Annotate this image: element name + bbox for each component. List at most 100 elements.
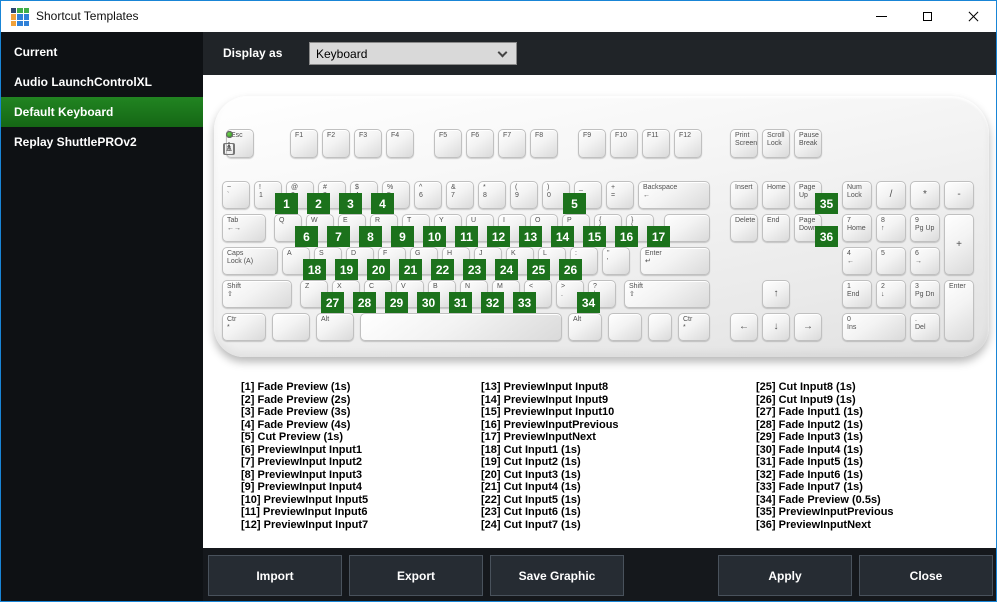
key-7-home: 7 Home bbox=[842, 214, 872, 242]
key-numpad-divide: / bbox=[876, 181, 906, 209]
close-button[interactable]: Close bbox=[859, 555, 993, 596]
save-graphic-button[interactable]: Save Graphic bbox=[490, 555, 624, 596]
legend-item: [16] PreviewInputPrevious bbox=[481, 418, 619, 431]
shortcut-badge-12: 12 bbox=[487, 226, 510, 247]
header-band: Display as Keyboard bbox=[203, 32, 996, 75]
legend-item: [28] Fade Input2 (1s) bbox=[756, 418, 863, 431]
key-win-right bbox=[608, 313, 642, 341]
content-panel: Esc F1 F2 F3 F4 F5 F6 F7 F8 F9 F10 F11 F12 Print Scree… bbox=[203, 75, 996, 548]
key-insert: Insert bbox=[730, 181, 758, 209]
shortcut-badge-17: 17 bbox=[647, 226, 670, 247]
legend-item: [4] Fade Preview (4s) bbox=[241, 418, 351, 431]
titlebar: Shortcut Templates bbox=[1, 1, 996, 32]
key-f7: F7 bbox=[498, 129, 526, 158]
legend-item: [1] Fade Preview (1s) bbox=[241, 381, 351, 393]
key-f5: F5 bbox=[434, 129, 462, 158]
key-arrow-left: ← bbox=[730, 313, 758, 341]
key-f3: F3 bbox=[354, 129, 382, 158]
key-blank: ~ ` bbox=[222, 181, 250, 209]
display-as-label: Display as bbox=[223, 46, 283, 60]
app-grid-square bbox=[23, 20, 29, 26]
sidebar-item-default-keyboard[interactable]: Default Keyboard bbox=[1, 97, 203, 127]
minimize-button[interactable] bbox=[858, 1, 904, 32]
legend-item: [23] Cut Input6 (1s) bbox=[481, 506, 581, 518]
legend-item: [15] PreviewInput Input10 bbox=[481, 406, 615, 418]
sidebar-item-replay-shuttleprov2[interactable]: Replay ShuttlePROv2 bbox=[1, 127, 203, 157]
shortcut-badge-3: 3 bbox=[339, 193, 362, 214]
legend-item: [36] PreviewInputNext bbox=[756, 518, 871, 531]
key-blank: " ' bbox=[602, 247, 630, 275]
led-indicator-3: ⇩ bbox=[214, 131, 244, 151]
shortcut-badge-4: 4 bbox=[371, 193, 394, 214]
app-grid-square bbox=[23, 14, 29, 20]
maximize-button[interactable] bbox=[904, 1, 950, 32]
sidebar-item-audio-launchcontrolxl[interactable]: Audio LaunchControlXL bbox=[1, 67, 203, 97]
display-as-value: Keyboard bbox=[316, 46, 368, 61]
key-print-screen: Print Screen bbox=[730, 129, 758, 158]
key-blank: + = bbox=[606, 181, 634, 209]
shortcut-badge-31: 31 bbox=[449, 292, 472, 313]
key-arrow-right: → bbox=[794, 313, 822, 341]
display-as-select[interactable]: Keyboard bbox=[309, 42, 517, 65]
legend-item: [2] Fade Preview (2s) bbox=[241, 393, 351, 406]
key-alt-left: Alt bbox=[316, 313, 354, 341]
app-grid-icon bbox=[11, 8, 29, 26]
legend: [1] Fade Preview (1s) [2] Fade Preview (2… bbox=[203, 381, 996, 548]
export-button[interactable]: Export bbox=[349, 555, 483, 596]
legend-item: [29] Fade Input3 (1s) bbox=[756, 431, 863, 443]
shortcut-badge-1: 1 bbox=[275, 193, 298, 214]
legend-item: [7] PreviewInput Input2 bbox=[241, 456, 363, 468]
led-dot bbox=[225, 131, 233, 138]
shortcut-badge-27: 27 bbox=[321, 292, 344, 313]
shortcut-badge-36: 36 bbox=[815, 226, 838, 247]
key-3-pg-dn: 3 Pg Dn bbox=[910, 280, 940, 308]
legend-item: [14] PreviewInput Input9 bbox=[481, 393, 609, 406]
led-icon: ⇩ bbox=[225, 141, 233, 150]
minimize-icon bbox=[875, 16, 887, 17]
key-numpad-plus: + bbox=[944, 214, 974, 275]
shortcut-badge-29: 29 bbox=[385, 292, 408, 313]
shortcut-badge-34: 34 bbox=[577, 292, 600, 313]
shortcut-badge-33: 33 bbox=[513, 292, 536, 313]
legend-item: [8] PreviewInput Input3 bbox=[241, 468, 363, 481]
legend-item: [13] PreviewInput Input8 bbox=[481, 381, 609, 393]
import-button[interactable]: Import bbox=[208, 555, 342, 596]
legend-item: [22] Cut Input5 (1s) bbox=[481, 493, 581, 506]
legend-item: [27] Fade Input1 (1s) bbox=[756, 406, 863, 418]
app-grid-square bbox=[23, 8, 29, 14]
sidebar-item-current[interactable]: Current bbox=[1, 37, 203, 67]
key-arrow-down: ↓ bbox=[762, 313, 790, 341]
shortcut-badge-32: 32 bbox=[481, 292, 504, 313]
legend-item: [33] Fade Input7 (1s) bbox=[756, 481, 863, 493]
key-delete: Delete bbox=[730, 214, 758, 242]
close-icon bbox=[967, 10, 980, 23]
legend-item: [9] PreviewInput Input4 bbox=[241, 481, 363, 493]
app-grid-square bbox=[11, 20, 17, 26]
shortcut-badge-7: 7 bbox=[327, 226, 350, 247]
shortcut-badge-16: 16 bbox=[615, 226, 638, 247]
apply-button[interactable]: Apply bbox=[718, 555, 852, 596]
shortcut-badge-11: 11 bbox=[455, 226, 478, 247]
key-numpad-0: 0 Ins bbox=[842, 313, 906, 341]
shortcut-badge-30: 30 bbox=[417, 292, 440, 313]
legend-item: [31] Fade Input5 (1s) bbox=[756, 456, 863, 468]
shortcut-badge-25: 25 bbox=[527, 259, 550, 280]
key-enter: Enter ↵ bbox=[640, 247, 710, 275]
legend-item: [6] PreviewInput Input1 bbox=[241, 443, 363, 456]
shortcut-badge-20: 20 bbox=[367, 259, 390, 280]
key-f2: F2 bbox=[322, 129, 350, 158]
key-alt-right: Alt bbox=[568, 313, 602, 341]
key-numpad-dot: . Del bbox=[910, 313, 940, 341]
shortcut-badge-15: 15 bbox=[583, 226, 606, 247]
key-7: & 7 bbox=[446, 181, 474, 209]
key-win-left bbox=[272, 313, 310, 341]
close-button[interactable] bbox=[950, 1, 996, 32]
legend-item: [34] Fade Preview (0.5s) bbox=[756, 493, 881, 506]
key-enter-top bbox=[664, 214, 710, 242]
app-grid-square bbox=[11, 14, 17, 20]
key-f4: F4 bbox=[386, 129, 414, 158]
app-grid-square bbox=[17, 8, 23, 14]
legend-item: [3] Fade Preview (3s) bbox=[241, 406, 351, 418]
key-1-end: 1 End bbox=[842, 280, 872, 308]
key-f11: F11 bbox=[642, 129, 670, 158]
